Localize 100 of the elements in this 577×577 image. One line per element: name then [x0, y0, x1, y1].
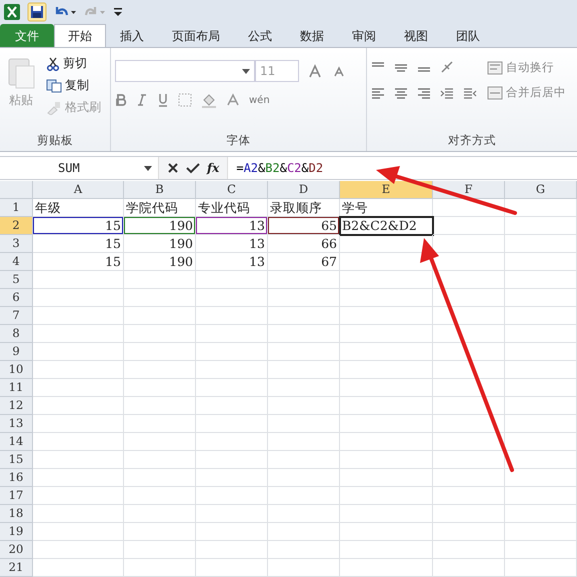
table-cell — [196, 487, 268, 505]
formula-field[interactable]: =A2&B2&C2&D2 — [228, 161, 324, 175]
row-header[interactable]: 8 — [0, 325, 33, 343]
copy-button[interactable]: 复制 — [44, 76, 103, 95]
font-name-field[interactable] — [115, 60, 255, 82]
horizontal-align-icon[interactable] — [371, 88, 385, 100]
table-cell — [124, 415, 196, 433]
row-header[interactable]: 3 — [0, 235, 33, 253]
ribbon-tab[interactable]: 公式 — [234, 24, 286, 47]
table-cell: 年级 — [33, 199, 124, 217]
row-header[interactable]: 15 — [0, 451, 33, 469]
table-cell — [433, 289, 505, 307]
ribbon-tab[interactable]: 审阅 — [338, 24, 390, 47]
paint-bucket-icon[interactable] — [201, 92, 217, 108]
table-cell — [505, 433, 577, 451]
save-icon[interactable] — [27, 2, 47, 22]
table-cell — [124, 271, 196, 289]
row-header[interactable]: 12 — [0, 397, 33, 415]
row-header[interactable]: 14 — [0, 433, 33, 451]
horizontal-align-icon[interactable] — [417, 88, 431, 100]
table-cell — [433, 343, 505, 361]
ribbon-tab[interactable]: 页面布局 — [158, 24, 234, 47]
table-cell — [268, 469, 340, 487]
table-cell — [505, 253, 577, 271]
indent-icon[interactable] — [463, 88, 477, 100]
table-cell — [505, 379, 577, 397]
table-cell — [505, 451, 577, 469]
wrap-text-button[interactable]: 自动换行 — [487, 60, 566, 75]
column-header[interactable]: B — [124, 181, 196, 199]
row-header[interactable]: 9 — [0, 343, 33, 361]
ribbon-tab[interactable]: 视图 — [390, 24, 442, 47]
name-box[interactable]: SUM — [0, 161, 158, 175]
table-cell — [433, 325, 505, 343]
borders-icon[interactable] — [178, 93, 192, 107]
file-tab[interactable]: 文件 — [0, 24, 54, 47]
bold-icon[interactable] — [115, 94, 127, 106]
cancel-icon[interactable] — [167, 162, 179, 174]
row-header[interactable]: 17 — [0, 487, 33, 505]
column-header[interactable]: G — [505, 181, 577, 199]
italic-icon[interactable] — [136, 94, 148, 106]
row-header[interactable]: 16 — [0, 469, 33, 487]
row-header[interactable]: 10 — [0, 361, 33, 379]
table-cell — [268, 523, 340, 541]
row-header[interactable]: 4 — [0, 253, 33, 271]
column-header[interactable]: E — [340, 181, 433, 199]
table-cell — [124, 397, 196, 415]
table-cell — [196, 271, 268, 289]
table-cell: 65 — [268, 217, 340, 235]
table-cell — [505, 271, 577, 289]
row-header[interactable]: 20 — [0, 541, 33, 559]
row-header[interactable]: 13 — [0, 415, 33, 433]
table-cell — [268, 559, 340, 577]
ribbon-tab[interactable]: 数据 — [286, 24, 338, 47]
customize-dropdown-icon[interactable] — [113, 5, 123, 19]
insert-function-button[interactable]: fx — [207, 161, 220, 175]
row-header[interactable]: 11 — [0, 379, 33, 397]
ribbon-tab[interactable]: 插入 — [106, 24, 158, 47]
table-cell: 13 — [196, 235, 268, 253]
row-header[interactable]: 19 — [0, 523, 33, 541]
underline-icon[interactable] — [157, 93, 169, 107]
table-cell: 190 — [124, 235, 196, 253]
ribbon-tab[interactable]: 团队 — [442, 24, 494, 47]
table-cell — [124, 559, 196, 577]
table-cell: 15 — [33, 217, 124, 235]
table-cell — [433, 541, 505, 559]
column-header[interactable]: C — [196, 181, 268, 199]
column-header[interactable]: D — [268, 181, 340, 199]
table-cell — [124, 361, 196, 379]
column-header[interactable]: A — [33, 181, 124, 199]
table-cell — [124, 505, 196, 523]
row-header[interactable]: 7 — [0, 307, 33, 325]
cut-button[interactable]: 剪切 — [44, 54, 103, 73]
table-cell: 67 — [268, 253, 340, 271]
copy-icon — [46, 78, 62, 92]
row-header[interactable]: 2 — [0, 217, 33, 235]
phonetic-button[interactable]: wén — [249, 94, 270, 106]
horizontal-align-icon[interactable] — [394, 88, 408, 100]
ribbon-tab[interactable]: 开始 — [54, 24, 106, 47]
table-cell — [433, 199, 505, 217]
row-header[interactable]: 5 — [0, 271, 33, 289]
row-header[interactable]: 21 — [0, 559, 33, 577]
enter-checkmark-icon[interactable] — [186, 162, 200, 174]
wrap-text-icon — [487, 60, 503, 74]
indent-icon[interactable] — [440, 88, 454, 100]
row-header[interactable]: 6 — [0, 289, 33, 307]
table-cell — [268, 487, 340, 505]
table-cell — [433, 307, 505, 325]
table-cell — [433, 379, 505, 397]
table-cell — [268, 361, 340, 379]
table-cell — [268, 289, 340, 307]
table-cell — [433, 505, 505, 523]
brush-icon — [46, 100, 62, 114]
dropdown-caret-icon[interactable] — [144, 166, 152, 170]
font-color-icon[interactable] — [226, 93, 240, 107]
table-cell: 190 — [124, 217, 196, 235]
row-header[interactable]: 1 — [0, 199, 33, 217]
group-label: 对齐方式 — [447, 132, 497, 149]
spreadsheet-app-icon[interactable] — [3, 3, 21, 21]
table-cell — [196, 433, 268, 451]
row-header[interactable]: 18 — [0, 505, 33, 523]
